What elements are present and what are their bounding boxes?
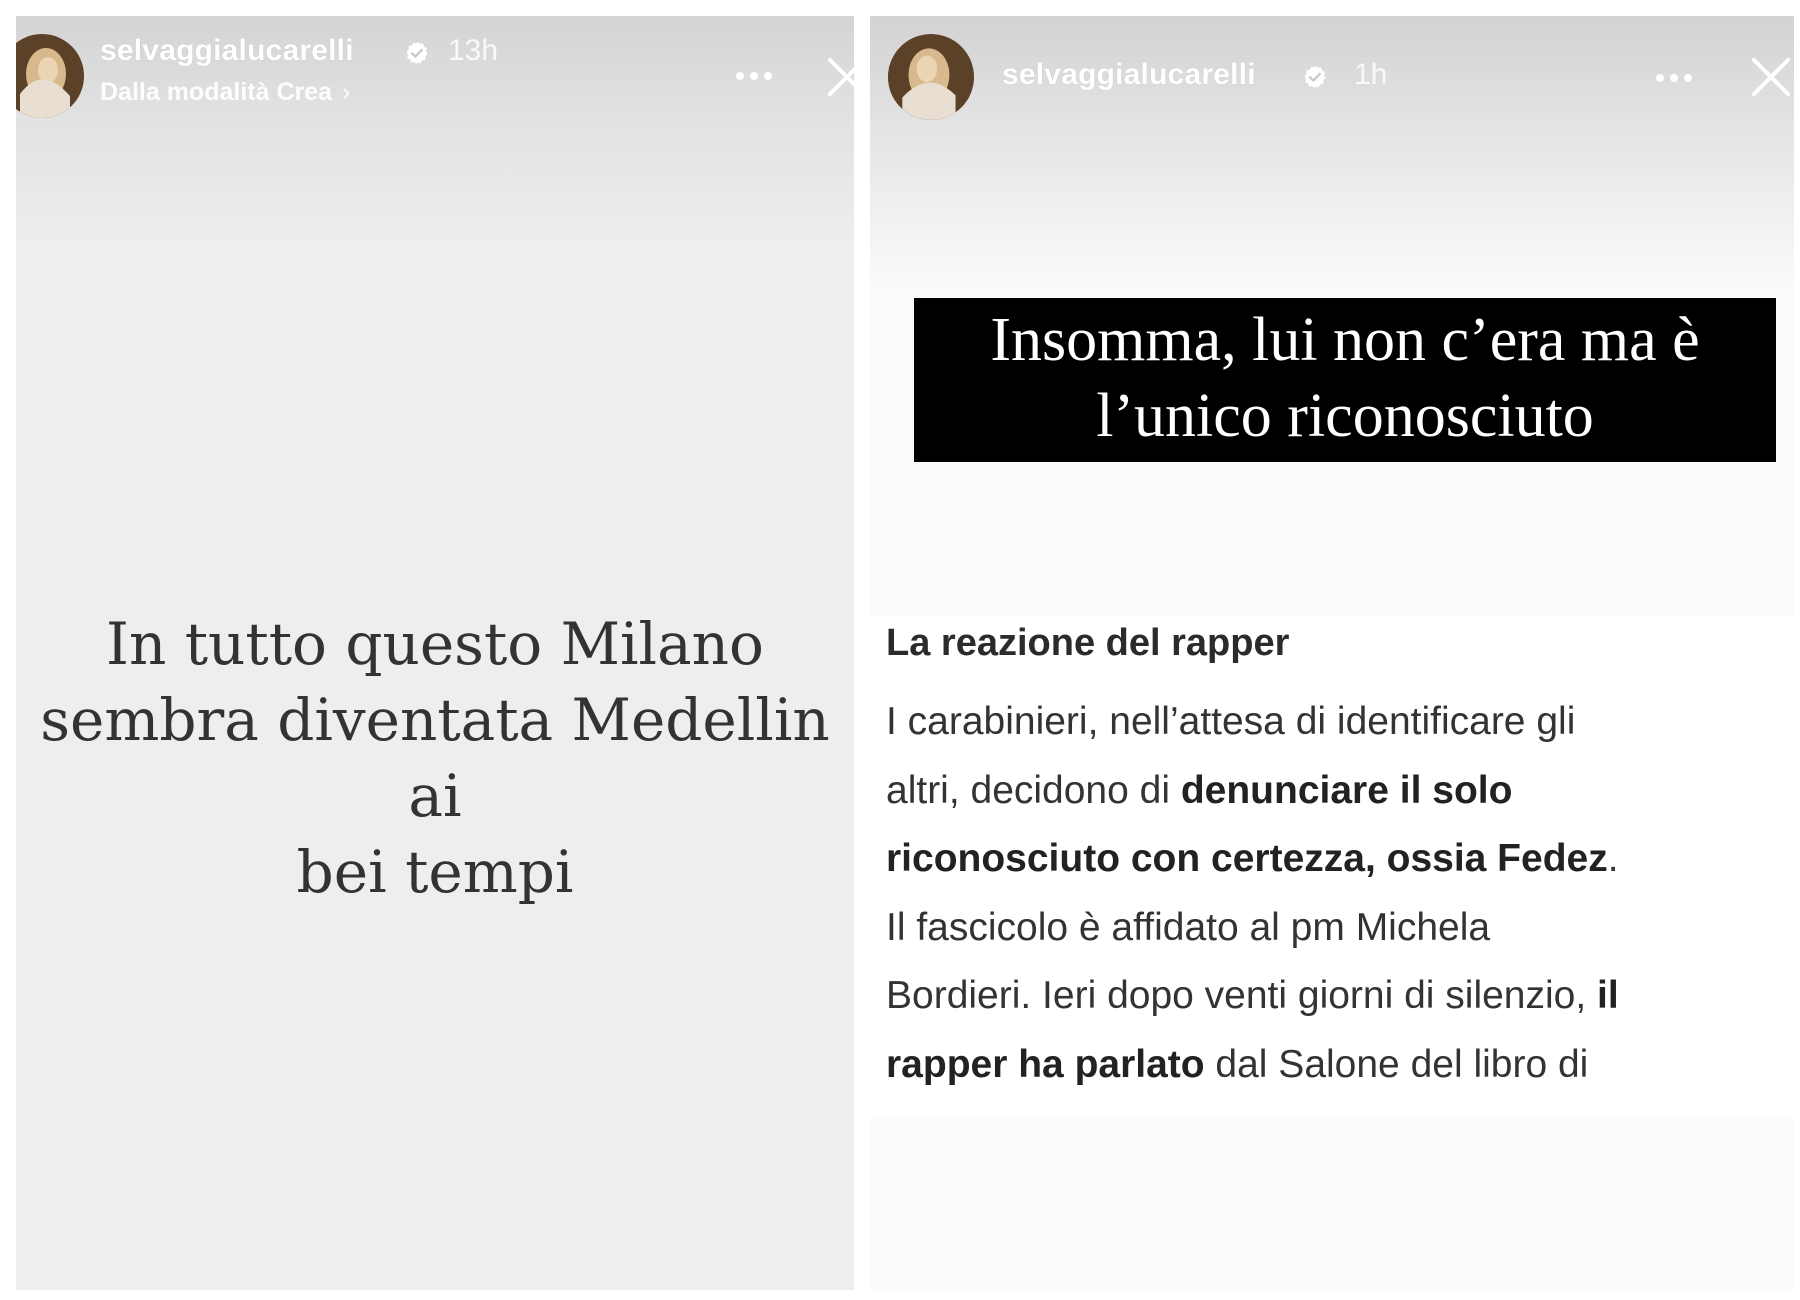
chevron-right-icon: › (342, 78, 351, 106)
more-options-icon[interactable] (1656, 74, 1692, 82)
story-text-line: In tutto questo Milano (106, 610, 764, 678)
article-text: . (1607, 837, 1619, 880)
avatar[interactable] (888, 34, 974, 120)
article-line: Bordieri. Ieri dopo venti giorni di sile… (886, 962, 1792, 1031)
verified-badge-icon (406, 41, 428, 65)
article-text: altri, decidono di (886, 768, 1181, 812)
text-banner: Insomma, lui non c’era ma è l’unico rico… (914, 298, 1776, 462)
avatar-photo-icon (888, 34, 974, 120)
story-text: In tutto questo Milano sembra diventata … (16, 606, 854, 910)
create-mode-label: Dalla modalità Crea (100, 78, 333, 106)
article-body: I carabinieri, nell’attesa di identifica… (886, 688, 1792, 1099)
banner-line: Insomma, lui non c’era ma è (990, 306, 1700, 374)
article-bold-text: riconosciuto con certezza, ossia Fedez (886, 837, 1608, 880)
article-text: I carabinieri, nell’attesa di identifica… (886, 700, 1576, 743)
article-text: Il fascicolo è affidato al pm Michela (886, 905, 1491, 949)
verified-badge-icon (1304, 65, 1326, 89)
article-heading: La reazione del rapper (886, 622, 1290, 664)
story-text-line: sembra diventata Medellin ai (40, 686, 830, 830)
avatar[interactable] (16, 34, 84, 118)
story-header: selvaggialucarelli 1h (870, 16, 1794, 136)
username[interactable]: selvaggialucarelli (1002, 58, 1256, 92)
article-line: altri, decidono di denunciare il solo (886, 757, 1792, 826)
create-mode-link[interactable]: Dalla modalità Crea › (100, 78, 350, 107)
article-bold-text: denunciare il solo (1180, 768, 1513, 812)
close-icon[interactable] (822, 52, 854, 102)
article-bold-text: il (1597, 974, 1619, 1017)
article-line: I carabinieri, nell’attesa di identifica… (886, 688, 1792, 757)
post-time: 13h (448, 34, 499, 67)
article-line: Il fascicolo è affidato al pm Michela (886, 894, 1792, 963)
story-panel-left[interactable]: selvaggialucarelli 13h Dalla modalità Cr… (16, 16, 854, 1290)
close-icon[interactable] (1746, 52, 1794, 102)
post-time: 1h (1354, 58, 1388, 91)
story-text-line: bei tempi (296, 838, 574, 906)
story-panel-right[interactable]: selvaggialucarelli 1h Insomma, lui non c… (870, 16, 1794, 1290)
username[interactable]: selvaggialucarelli (100, 34, 354, 68)
banner-line: l’unico riconosciuto (1096, 382, 1594, 450)
article-text: dal Salone del libro di (1204, 1042, 1589, 1086)
article-line: rapper ha parlato dal Salone del libro d… (886, 1031, 1792, 1100)
more-options-icon[interactable] (736, 72, 772, 80)
article-bold-text: rapper ha parlato (886, 1042, 1205, 1086)
article-text: Bordieri. Ieri dopo venti giorni di sile… (886, 974, 1598, 1017)
story-header: selvaggialucarelli 13h Dalla modalità Cr… (16, 16, 854, 136)
avatar-photo-icon (16, 34, 84, 118)
article-screenshot: La reazione del rapper I carabinieri, ne… (870, 616, 1794, 1116)
article-line: riconosciuto con certezza, ossia Fedez. (886, 825, 1792, 894)
